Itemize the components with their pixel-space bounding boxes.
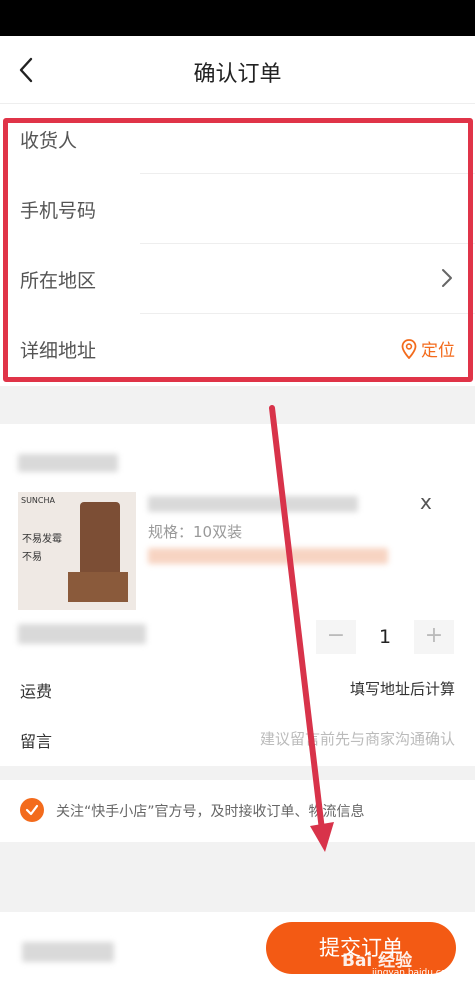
product-image: SUNCHA 不易发霉 不易 (18, 492, 136, 610)
purchase-label-blurred (18, 624, 146, 644)
quantity-value[interactable]: 1 (356, 620, 414, 654)
baidu-watermark-url: jingyan.baidu.com (372, 968, 456, 978)
shipping-label: 运费 (20, 682, 53, 701)
decrease-button[interactable]: − (316, 620, 356, 654)
product-name-blurred (148, 496, 358, 512)
product-base (68, 572, 128, 602)
annotation-highlight-box (3, 118, 473, 382)
shipping-value: 填写地址后计算 (349, 680, 455, 698)
message-input[interactable]: 建议留言前先与商家沟通确认 (260, 728, 455, 749)
image-brand-text: SUNCHA (21, 496, 55, 505)
product-stick (80, 502, 120, 582)
product-spec: 规格：10双装 (148, 523, 243, 541)
product-card: SUNCHA 不易发霉 不易 x 规格：10双装 − 1 + 运费 填写地址后计… (0, 424, 475, 766)
follow-shop-row: 关注“快手小店”官方号，及时接收订单、物流信息 (0, 780, 475, 842)
quantity-label: x (420, 490, 432, 514)
quantity-stepper: − 1 + (316, 620, 454, 654)
status-bar (0, 0, 475, 36)
message-label: 留言 (20, 732, 53, 751)
shop-name-blurred (18, 454, 118, 472)
nav-bar: 确认订单 (0, 36, 475, 104)
total-price-blurred (22, 942, 114, 962)
page-title: 确认订单 (193, 62, 282, 87)
follow-checkbox[interactable] (20, 798, 44, 822)
follow-text: 关注“快手小店”官方号，及时接收订单、物流信息 (56, 804, 365, 820)
increase-button[interactable]: + (414, 620, 454, 654)
shipping-row: 运费 填写地址后计算 (0, 670, 475, 710)
price-blurred (148, 548, 388, 564)
image-caption: 不易发霉 (22, 534, 62, 545)
message-row[interactable]: 留言 建议留言前先与商家沟通确认 (0, 720, 475, 760)
checkmark-icon (25, 804, 39, 816)
image-caption: 不易 (22, 552, 42, 563)
